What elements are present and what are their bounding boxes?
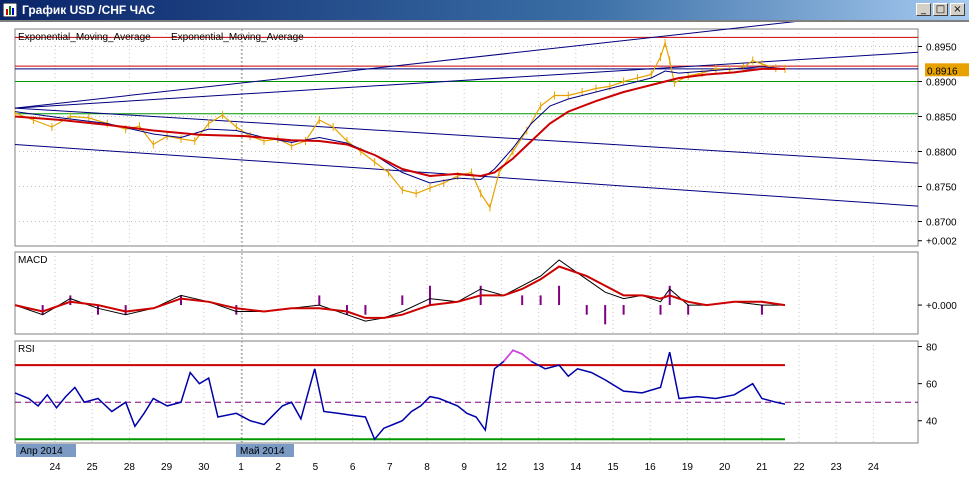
- x-tick-label: 9: [461, 462, 467, 473]
- pane-frame: [14, 340, 919, 444]
- y-tick-label: 80: [926, 343, 938, 354]
- y-tick-label: 60: [926, 380, 938, 391]
- chart-canvas[interactable]: 0.8950 0.8900 0.8850 0.8800 0.8750 0.8700 0.89…: [0, 22, 969, 481]
- window-title: График USD /CHF ЧАС: [22, 3, 156, 17]
- y-tick-label: 0.8900: [926, 78, 957, 89]
- x-tick-label: 30: [198, 462, 210, 473]
- x-tick-label: 8: [424, 462, 430, 473]
- x-tick-label: 7: [387, 462, 393, 473]
- close-button[interactable]: ×: [950, 3, 965, 16]
- x-tick-label: 13: [533, 462, 545, 473]
- month-label: Апр 2014: [20, 446, 63, 457]
- month-label: Май 2014: [240, 446, 285, 457]
- x-tick-label: 2: [275, 462, 281, 473]
- y-tick-label: 40: [926, 417, 938, 428]
- y-tick-label: 0.8850: [926, 113, 957, 124]
- rsi-title: RSI: [18, 344, 35, 355]
- legend-entry: Exponential_Moving_Average: [18, 32, 151, 43]
- x-tick-label: 22: [793, 462, 805, 473]
- current-price-label: 0.8916: [927, 66, 958, 77]
- y-tick-label: 0.8800: [926, 148, 957, 159]
- x-tick-label: 15: [607, 462, 619, 473]
- chart-window-icon: [3, 3, 17, 17]
- y-tick-label: +0.000: [926, 301, 957, 312]
- x-tick-label: 19: [682, 462, 694, 473]
- chart-area[interactable]: 0.8950 0.8900 0.8850 0.8800 0.8750 0.8700 0.89…: [0, 20, 969, 481]
- x-tick-label: 16: [645, 462, 657, 473]
- x-tick-label: 28: [124, 462, 136, 473]
- x-tick-label: 1: [238, 462, 244, 473]
- legend-entry: Exponential_Moving_Average: [171, 32, 304, 43]
- y-tick-label: 0.8750: [926, 183, 957, 194]
- x-tick-label: 23: [831, 462, 843, 473]
- x-tick-label: 24: [868, 462, 880, 473]
- x-tick-label: 20: [719, 462, 731, 473]
- pane-frame: [14, 251, 919, 335]
- y-tick-label: 0.8950: [926, 43, 957, 54]
- x-tick-label: 25: [87, 462, 99, 473]
- y-tick-label: 0.8700: [926, 218, 957, 229]
- minimize-button[interactable]: _: [916, 3, 931, 16]
- pane-frame: [14, 28, 919, 247]
- x-tick-label: 24: [49, 462, 61, 473]
- macd-title: MACD: [18, 255, 47, 266]
- x-tick-label: 5: [313, 462, 319, 473]
- x-tick-label: 29: [161, 462, 173, 473]
- x-tick-label: 12: [496, 462, 508, 473]
- maximize-button[interactable]: □: [933, 3, 948, 16]
- title-bar: График USD /CHF ЧАС _ □ ×: [0, 0, 969, 20]
- x-tick-label: 21: [756, 462, 768, 473]
- y-tick-label: +0.002: [926, 237, 957, 248]
- x-tick-label: 6: [350, 462, 356, 473]
- x-tick-label: 14: [570, 462, 582, 473]
